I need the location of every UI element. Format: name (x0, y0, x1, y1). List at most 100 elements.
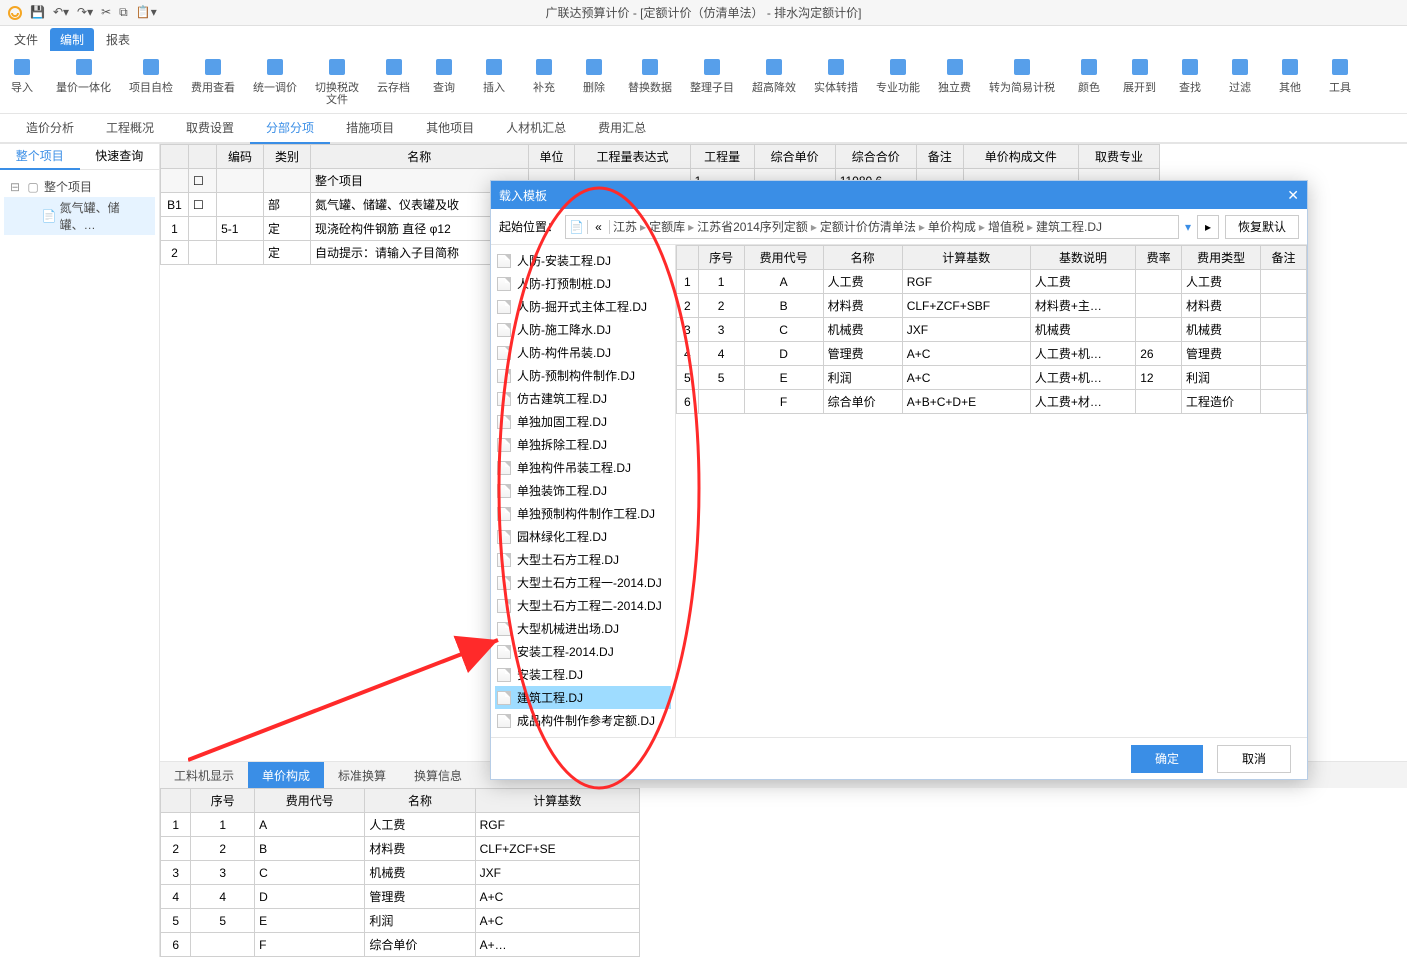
template-file[interactable]: 大型土石方工程一-2014.DJ (495, 571, 671, 594)
crumb-segment[interactable]: 单价构成 (925, 218, 979, 235)
template-file[interactable]: 人防-打预制桩.DJ (495, 272, 671, 295)
crumb-right-icon[interactable]: ▸ (1197, 215, 1219, 239)
ribbon-cloud-save[interactable]: 云存档 (377, 54, 410, 94)
ribbon-over-reduce[interactable]: 超高降效 (752, 54, 796, 94)
template-file[interactable]: 建筑工程.DJ (495, 686, 671, 709)
ribbon-tools[interactable]: 工具 (1324, 54, 1356, 94)
cut-icon[interactable]: ✂ (101, 5, 111, 20)
template-file[interactable]: 人防-掘开式主体工程.DJ (495, 295, 671, 318)
template-file-list[interactable]: 人防-安装工程.DJ人防-打预制桩.DJ人防-掘开式主体工程.DJ人防-施工降水… (491, 245, 676, 737)
file-icon (497, 645, 511, 659)
template-file[interactable]: 园林绿化工程.DJ (495, 525, 671, 548)
template-file[interactable]: 大型土石方工程.DJ (495, 548, 671, 571)
detail-tab[interactable]: 工料机显示 (160, 762, 248, 788)
ribbon-pro-func[interactable]: 专业功能 (876, 54, 920, 94)
breadcrumb[interactable]: 📄 « 江苏▸定额库▸江苏省2014序列定额▸定额计价仿清单法▸单价构成▸增值税… (565, 215, 1179, 239)
redo-icon[interactable]: ↷▾ (77, 5, 93, 20)
expand-icon (1127, 54, 1153, 80)
file-icon (497, 576, 511, 590)
tree-node[interactable]: 📄氮气罐、储罐、… (4, 197, 155, 235)
file-icon (497, 507, 511, 521)
tab-item[interactable]: 造价分析 (10, 113, 90, 144)
crumb-segment[interactable]: 增值税 (985, 218, 1027, 235)
ribbon-expand[interactable]: 展开到 (1123, 54, 1156, 94)
ribbon-tax-switch[interactable]: 切换税改文件 (315, 54, 359, 106)
cancel-button[interactable]: 取消 (1217, 745, 1291, 773)
undo-icon[interactable]: ↶▾ (53, 5, 69, 20)
template-file[interactable]: 人防-施工降水.DJ (495, 318, 671, 341)
file-icon (497, 300, 511, 314)
template-file[interactable]: 成品构件制作参考定额.DJ (495, 709, 671, 732)
template-file[interactable]: 单独加固工程.DJ (495, 410, 671, 433)
ribbon-self-check[interactable]: 项目自检 (129, 54, 173, 94)
file-icon (497, 599, 511, 613)
paste-icon[interactable]: 📋▾ (136, 5, 157, 20)
ok-button[interactable]: 确定 (1131, 745, 1203, 773)
tab-item[interactable]: 措施项目 (330, 113, 410, 144)
template-file[interactable]: 大型土石方工程二-2014.DJ (495, 594, 671, 617)
crumb-dropdown-icon[interactable]: ▾ (1185, 220, 1191, 234)
template-file[interactable]: 安装工程.DJ (495, 663, 671, 686)
ribbon-filter[interactable]: 过滤 (1224, 54, 1256, 94)
crumb-segment[interactable]: 江苏省2014序列定额 (694, 218, 811, 235)
tab-item[interactable]: 分部分项 (250, 113, 330, 144)
tab-item[interactable]: 人材机汇总 (490, 113, 582, 144)
cloud-save-icon (381, 54, 407, 80)
pro-func-icon (885, 54, 911, 80)
menu-file[interactable]: 文件 (4, 28, 48, 51)
template-file[interactable]: 人防-构件吊装.DJ (495, 341, 671, 364)
template-file[interactable]: 单独预制构件制作工程.DJ (495, 502, 671, 525)
detail-tab[interactable]: 标准换算 (324, 762, 400, 788)
find-icon (1177, 54, 1203, 80)
ribbon-replace[interactable]: 替换数据 (628, 54, 672, 94)
restore-default-button[interactable]: 恢复默认 (1225, 215, 1299, 239)
tree-node[interactable]: ⊟▢整个项目 (4, 176, 155, 197)
template-file[interactable]: 单独装饰工程.DJ (495, 479, 671, 502)
ribbon-simple-tax[interactable]: 转为简易计税 (989, 54, 1055, 94)
crumb-back[interactable]: « (588, 220, 610, 234)
crumb-segment[interactable]: 江苏 (610, 218, 640, 235)
ribbon-reorg[interactable]: 整理子目 (690, 54, 734, 94)
file-icon[interactable]: 📄 (566, 220, 588, 234)
ribbon-other[interactable]: 其他 (1274, 54, 1306, 94)
crumb-segment[interactable]: 定额计价仿清单法 (817, 218, 919, 235)
menu-edit[interactable]: 编制 (50, 28, 94, 51)
save-icon[interactable]: 💾 (30, 5, 45, 20)
project-tree: ⊟▢整个项目📄氮气罐、储罐、… (0, 170, 159, 241)
tab-item[interactable]: 其他项目 (410, 113, 490, 144)
detail-tab[interactable]: 单价构成 (248, 762, 324, 788)
template-file[interactable]: 单独构件吊装工程.DJ (495, 456, 671, 479)
ribbon-query[interactable]: 查询 (428, 54, 460, 94)
template-file[interactable]: 单独拆除工程.DJ (495, 433, 671, 456)
template-file[interactable]: 大型机械进出场.DJ (495, 617, 671, 640)
ribbon-color[interactable]: 颜色 (1073, 54, 1105, 94)
crumb-segment[interactable]: 定额库 (646, 218, 688, 235)
ribbon-delete[interactable]: 删除 (578, 54, 610, 94)
tab-item[interactable]: 工程概况 (90, 113, 170, 144)
tab-item[interactable]: 费用汇总 (582, 113, 662, 144)
ribbon-import[interactable]: 导入 (6, 54, 38, 94)
dialog-close-icon[interactable]: ✕ (1287, 187, 1299, 204)
file-icon (497, 438, 511, 452)
detail-tab[interactable]: 换算信息 (400, 762, 476, 788)
ribbon-find[interactable]: 查找 (1174, 54, 1206, 94)
ribbon-supplement[interactable]: 补充 (528, 54, 560, 94)
menu-report[interactable]: 报表 (96, 28, 140, 51)
template-file[interactable]: 仿古建筑工程.DJ (495, 387, 671, 410)
template-file[interactable]: 安装工程-2014.DJ (495, 640, 671, 663)
preview-grid[interactable]: 序号费用代号名称计算基数基数说明费率费用类型备注11A人工费RGF人工费人工费2… (676, 245, 1307, 414)
ribbon-fee-view[interactable]: 费用查看 (191, 54, 235, 94)
crumb-segment[interactable]: 建筑工程.DJ (1033, 218, 1105, 235)
tab-item[interactable]: 取费设置 (170, 113, 250, 144)
copy-icon[interactable]: ⧉ (119, 5, 128, 20)
template-file[interactable]: 人防-安装工程.DJ (495, 249, 671, 272)
ribbon-indep-fee[interactable]: 独立费 (938, 54, 971, 94)
ribbon-qty-integ[interactable]: 量价一体化 (56, 54, 111, 94)
ribbon-insert[interactable]: 插入 (478, 54, 510, 94)
ribbon-unify[interactable]: 统一调价 (253, 54, 297, 94)
ribbon-entity-swap[interactable]: 实体转措 (814, 54, 858, 94)
template-file[interactable]: 人防-预制构件制作.DJ (495, 364, 671, 387)
sidebar-tab-project[interactable]: 整个项目 (0, 144, 80, 170)
detail-grid[interactable]: 序号费用代号名称计算基数11A人工费RGF22B材料费CLF+ZCF+SE33C… (160, 788, 640, 957)
sidebar-tab-quick[interactable]: 快速查询 (80, 144, 160, 169)
